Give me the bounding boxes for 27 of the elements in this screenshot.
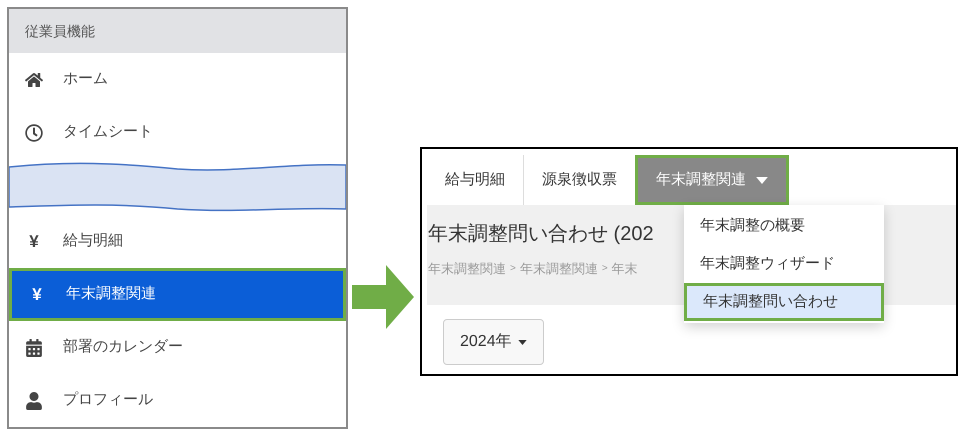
tab-label: 年末調整関連 (656, 170, 746, 190)
clock-icon (25, 124, 43, 142)
right-arrow-icon (352, 265, 414, 329)
tab-label: 給与明細 (445, 170, 505, 190)
caret-icon (518, 340, 527, 344)
yen-icon: ¥ (25, 228, 43, 254)
calendar-icon (25, 338, 43, 356)
tab-label: 源泉徴収票 (542, 170, 617, 190)
tab[interactable]: 年末調整関連 (635, 155, 789, 205)
menu-item[interactable]: 年末調整ウィザード (684, 245, 884, 283)
sidebar-item-label: 年末調整関連 (66, 284, 156, 304)
sidebar-item[interactable]: ¥ 年末調整関連 (9, 268, 346, 321)
page-title: 年末調整問い合わせ (202 (428, 222, 654, 247)
yen-icon: ¥ (28, 282, 46, 308)
home-icon (25, 70, 43, 88)
sidebar-item-label: 給与明細 (63, 231, 123, 252)
year-dropdown-button[interactable]: 2024年 (443, 319, 544, 365)
breadcrumb-separator: > (602, 262, 608, 276)
menu-item[interactable]: 年末調整問い合わせ (684, 283, 884, 321)
user-icon (25, 392, 43, 410)
sidebar-title: 従業員機能 (9, 9, 346, 53)
sidebar-item-label: タイムシート (63, 122, 153, 142)
sidebar-item-label: プロフィール (63, 390, 153, 410)
menu-item[interactable]: 年末調整の概要 (684, 207, 884, 245)
sidebar-item-label: 部署のカレンダー (63, 337, 183, 358)
breadcrumb-separator: > (510, 262, 516, 276)
sidebar-item-label: ホーム (63, 69, 108, 90)
